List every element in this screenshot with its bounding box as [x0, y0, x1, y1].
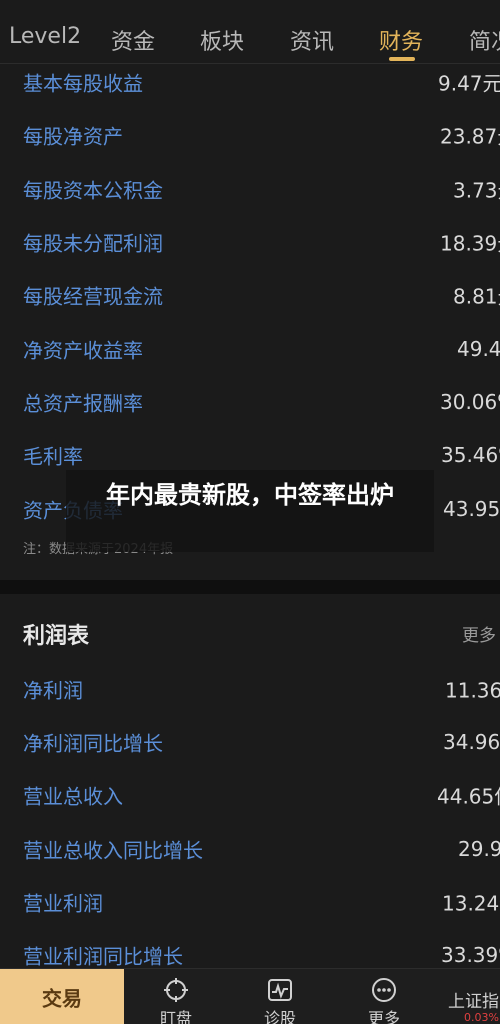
- income-row[interactable]: 净利润 11.36亿: [0, 662, 500, 715]
- nav-label: 更多: [367, 1009, 400, 1024]
- income-label: 营业利润: [23, 891, 103, 915]
- nav-label: 诊股: [263, 1009, 296, 1024]
- trade-button[interactable]: 交易: [0, 969, 124, 1024]
- section-title: 利润表: [23, 624, 90, 649]
- income-value: 13.24亿: [442, 891, 500, 915]
- headline-text: 年内最贵新股，中签率出炉: [106, 481, 394, 509]
- indicator-value: 9.47元: [438, 71, 500, 95]
- income-value: 29.9%: [458, 836, 500, 861]
- indicator-label: 净资产收益率: [23, 338, 143, 362]
- chart-pulse-icon: [268, 979, 292, 1001]
- indicator-label: 每股资本公积金: [23, 178, 163, 202]
- indicator-label: 每股净资产: [23, 124, 123, 148]
- more-link[interactable]: 更多: [462, 621, 496, 646]
- indicator-value: 18.39元: [440, 231, 500, 255]
- indicator-label: 毛利率: [23, 444, 83, 468]
- indicator-row[interactable]: 净资产收益率 49.4%: [0, 322, 500, 375]
- indicator-value: 30.06%: [440, 389, 500, 414]
- tab-sector[interactable]: 板块: [200, 24, 244, 56]
- income-value: 33.39%: [441, 942, 500, 967]
- income-label: 净利润: [23, 678, 83, 702]
- indicator-value: 8.81元: [453, 284, 500, 308]
- indicator-row[interactable]: 总资产报酬率 30.06%: [0, 375, 500, 428]
- bottom-nav: 交易 盯盘 诊股 更多 上证指 0.03%: [0, 968, 500, 1024]
- indicator-label: 每股未分配利润: [23, 231, 163, 255]
- income-row[interactable]: 营业利润 13.24亿: [0, 875, 500, 928]
- income-value: 11.36亿: [445, 678, 500, 702]
- income-label: 净利润同比增长: [23, 731, 163, 755]
- tab-news[interactable]: 资讯: [290, 24, 334, 56]
- nav-label: 盯盘: [159, 1009, 192, 1024]
- tab-finance[interactable]: 财务: [379, 24, 423, 56]
- news-headline-overlay[interactable]: 年内最贵新股，中签率出炉: [66, 470, 434, 552]
- indicator-row[interactable]: 每股经营现金流 8.81元: [0, 268, 500, 321]
- index-ticker[interactable]: 上证指 0.03%: [440, 969, 500, 1024]
- more-dots-icon: [372, 978, 396, 1002]
- income-row[interactable]: 营业总收入同比增长 29.9%: [0, 822, 500, 875]
- nav-item-watch[interactable]: 盯盘: [124, 969, 228, 1024]
- tab-profile[interactable]: 简况: [469, 24, 500, 56]
- indicator-value: 3.73元: [453, 178, 500, 202]
- income-label: 营业总收入同比增长: [23, 838, 203, 862]
- income-value: 34.96%: [443, 729, 500, 754]
- income-label: 营业总收入: [23, 784, 123, 808]
- section-divider: [0, 580, 500, 594]
- income-row[interactable]: 净利润同比增长 34.96%: [0, 715, 500, 768]
- indicator-value: 43.95%: [443, 496, 500, 521]
- nav-item-more[interactable]: 更多: [332, 969, 436, 1024]
- indicator-row[interactable]: 每股净资产 23.87元: [0, 108, 500, 161]
- indicator-row[interactable]: 每股资本公积金 3.73元: [0, 162, 500, 215]
- tab-level2[interactable]: Level2: [9, 24, 81, 49]
- indicator-label: 基本每股收益: [23, 71, 143, 95]
- target-icon: [164, 978, 188, 1002]
- income-label: 营业利润同比增长: [23, 944, 183, 968]
- income-row[interactable]: 营业总收入 44.65亿: [0, 768, 500, 821]
- indicator-value: 23.87元: [440, 124, 500, 148]
- indicator-value: 35.46%: [441, 442, 500, 467]
- tab-capital[interactable]: 资金: [111, 24, 155, 56]
- trade-label: 交易: [42, 986, 82, 1011]
- indicator-label: 每股经营现金流: [23, 284, 163, 308]
- nav-item-diagnose[interactable]: 诊股: [228, 969, 332, 1024]
- indicator-row[interactable]: 每股未分配利润 18.39元: [0, 215, 500, 268]
- index-name: 上证指: [448, 992, 499, 1012]
- indicator-label: 总资产报酬率: [23, 391, 143, 415]
- index-change: 0.03%: [464, 1011, 499, 1024]
- income-value: 44.65亿: [437, 784, 500, 808]
- indicator-value: 49.4%: [457, 336, 500, 361]
- indicator-row[interactable]: 基本每股收益 9.47元: [0, 55, 500, 108]
